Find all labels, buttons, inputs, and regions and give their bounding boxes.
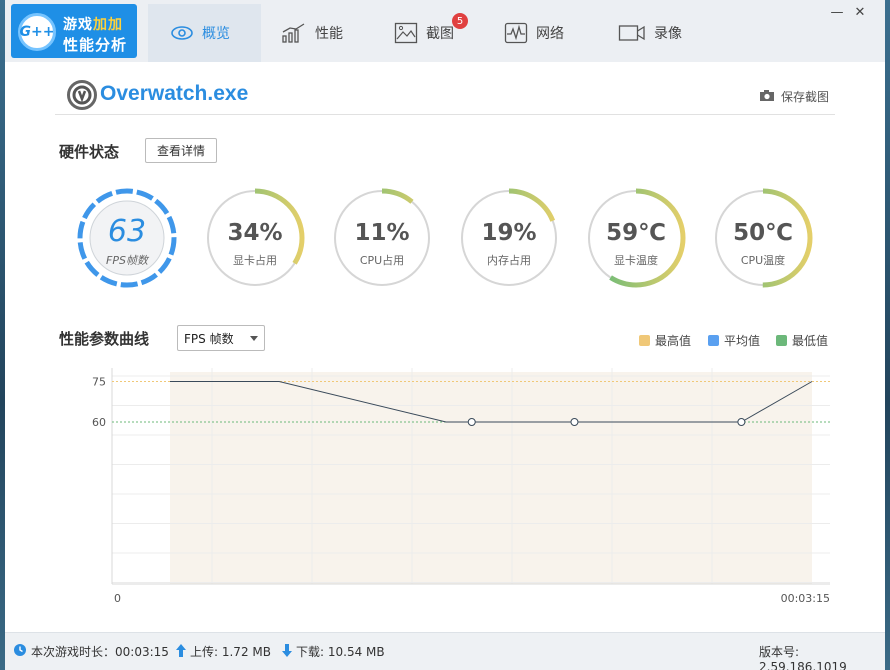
image-icon [394,22,418,44]
tab-overview[interactable]: 概览 [148,4,261,62]
upload-arrow-icon [176,643,186,660]
fps-point-marker [570,418,579,426]
legend-avg-swatch [708,335,719,346]
download-arrow-icon [282,643,292,660]
brand-badge-icon: G++ [18,13,56,51]
fps-curve-chart: 75 60 0 00:03:15 [92,368,830,605]
brand-subtitle: 性能分析 [63,36,128,54]
brand-title-a: 游戏 [63,17,93,33]
play-duration-label: 本次游戏时长：00:03:15 [31,645,169,659]
gauge-label: 显卡温度 [614,254,658,267]
x-start-label: 0 [114,592,121,605]
fps-point-marker [737,418,746,426]
camera-icon [759,89,775,105]
legend-avg-label: 平均值 [724,334,761,348]
gauge-3: 19% 内存占用 [457,186,561,290]
metric-select-value: FPS 帧数 [184,331,234,346]
legend-max: 最高值 [639,332,691,349]
tab-overview-label: 概览 [202,26,230,42]
gauge-label: CPU温度 [740,254,786,267]
curve-section-title: 性能参数曲线 [59,330,150,348]
title-bar: G++ 游戏加加 性能分析 概览 性能 截图 5 网络 录像 — ✕ [5,0,885,62]
save-screenshot-button[interactable]: 保存截图 [759,88,829,105]
gauge-value: 50℃ [733,220,793,246]
brand-title: 游戏加加 [63,14,123,34]
clock-icon [13,643,27,660]
plot-fill [170,372,812,584]
network-pulse-icon [504,22,528,44]
tab-recording[interactable]: 录像 [618,4,682,62]
gauge-value: 59℃ [606,220,666,246]
screenshot-count-badge: 5 [452,13,468,29]
close-button[interactable]: ✕ [853,6,867,20]
version-info: 版本号: 2.59.186.1019 [759,643,885,670]
x-end-label: 00:03:15 [781,592,830,605]
gauge-4: 59℃ 显卡温度 [584,186,688,290]
hardware-section-title: 硬件状态 [59,143,120,161]
brand-logo: G++ 游戏加加 性能分析 [11,4,137,58]
gauge-label: FPS帧数 [106,254,148,267]
gauge-value: 11% [354,220,410,246]
gauge-value: 63 [107,214,147,249]
y-tick-label: 75 [92,376,106,389]
metric-select[interactable]: FPS 帧数 [177,325,265,351]
app-window: G++ 游戏加加 性能分析 概览 性能 截图 5 网络 录像 — ✕ Overw… [5,0,885,670]
gauge-label: 显卡占用 [233,254,277,267]
legend-min-label: 最低值 [792,334,829,348]
download-label: 下载: 10.54 MB [296,645,385,659]
legend-max-label: 最高值 [655,334,692,348]
legend-min-swatch [776,335,787,346]
gauge-1: 34% 显卡占用 [203,186,307,290]
upload-stat: 上传: 1.72 MB [176,643,271,660]
upload-label: 上传: 1.72 MB [190,645,271,659]
overwatch-logo-icon [67,80,97,110]
brand-title-b: 加加 [93,17,123,33]
gauge-5: 50℃ CPU温度 [711,186,815,290]
legend-avg: 平均值 [708,332,760,349]
play-duration: 本次游戏时长：00:03:15 [13,643,169,660]
gauge-value: 19% [481,220,537,246]
eye-icon [171,26,193,40]
chevron-down-icon [250,336,258,341]
save-screenshot-label: 保存截图 [780,90,829,104]
version-label: 版本号: 2.59.186.1019 [759,645,847,670]
gauge-value: 34% [227,220,283,246]
status-bar: 本次游戏时长：00:03:15 上传: 1.72 MB 下载: 10.54 MB… [5,632,885,670]
tab-performance[interactable]: 性能 [281,4,343,62]
gauge-label: 内存占用 [487,254,531,267]
performance-chart-icon [282,23,305,43]
download-stat: 下载: 10.54 MB [282,643,385,660]
view-details-button[interactable]: 查看详情 [145,138,217,163]
header-divider [55,114,835,115]
tab-network[interactable]: 网络 [504,4,564,62]
video-camera-icon [618,25,645,41]
tab-screenshot-label: 截图 [426,26,454,42]
app-name: Overwatch.exe [100,82,249,105]
gauge-label: CPU占用 [359,254,405,267]
gauge-2: 11% CPU占用 [330,186,434,290]
tab-performance-label: 性能 [315,26,343,42]
tab-recording-label: 录像 [654,26,682,42]
legend-max-swatch [639,335,650,346]
gauge-0: 63 FPS帧数 [75,186,179,290]
y-tick-label: 60 [92,416,106,429]
minimize-button[interactable]: — [830,6,844,20]
tab-network-label: 网络 [536,26,564,42]
legend-min: 最低值 [776,332,828,349]
fps-point-marker [467,418,476,426]
tab-screenshot[interactable]: 截图 5 [394,4,468,62]
